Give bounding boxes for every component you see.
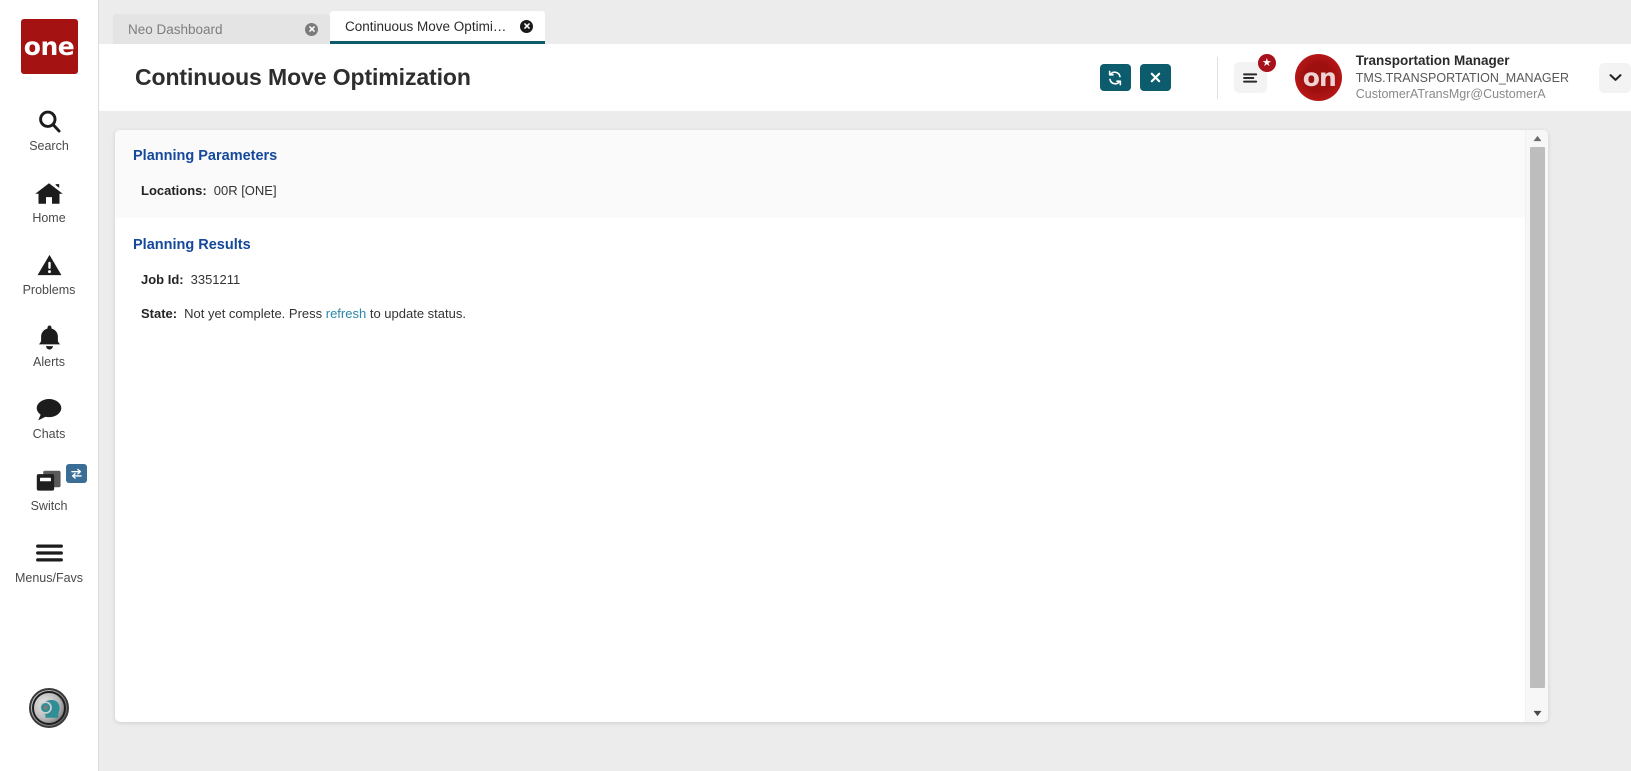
chat-bubble-icon bbox=[35, 394, 63, 424]
brand-logo[interactable]: one bbox=[20, 19, 78, 74]
warning-triangle-icon bbox=[36, 250, 63, 280]
field-state: State: Not yet complete. Press refresh t… bbox=[115, 306, 1525, 321]
bell-icon bbox=[37, 322, 62, 352]
user-account: TMS.TRANSPORTATION_MANAGER bbox=[1355, 70, 1569, 85]
field-label: State: bbox=[141, 306, 178, 321]
tabs-row: Neo Dashboard Continuous Move Optimizati… bbox=[113, 11, 545, 44]
field-job-id: Job Id: 3351211 bbox=[115, 272, 1525, 287]
sidebar-item-label: Home bbox=[32, 211, 66, 225]
field-label: Job Id: bbox=[141, 272, 184, 287]
x-icon bbox=[1149, 71, 1162, 84]
close-circle-icon[interactable] bbox=[305, 22, 318, 36]
field-value: 00R [ONE] bbox=[213, 183, 277, 198]
sidebar-item-label: Switch bbox=[30, 499, 68, 513]
field-value: 3351211 bbox=[190, 272, 241, 287]
sidebar-item-label: Search bbox=[29, 139, 69, 153]
sidebar-item-alerts[interactable]: Alerts bbox=[0, 314, 99, 374]
card-content: Planning Parameters Locations: 00R [ONE]… bbox=[115, 130, 1525, 722]
section-title-planning-results: Planning Results bbox=[133, 237, 251, 253]
refresh-sync-icon bbox=[1107, 70, 1123, 86]
chevron-down-icon[interactable] bbox=[1599, 62, 1631, 93]
star-icon: ★ bbox=[1257, 54, 1276, 72]
scrollbar-thumb[interactable] bbox=[1530, 147, 1545, 688]
windows-stack-icon bbox=[34, 466, 64, 496]
close-circle-icon[interactable] bbox=[520, 19, 533, 33]
tab-neo-dashboard[interactable]: Neo Dashboard bbox=[113, 14, 330, 44]
tab-label: Neo Dashboard bbox=[128, 21, 223, 37]
sidebar-item-label: Problems bbox=[22, 283, 76, 297]
planning-parameters-section: Planning Parameters Locations: 00R [ONE] bbox=[115, 130, 1525, 218]
avatar[interactable]: on bbox=[1294, 54, 1342, 101]
header-action-buttons bbox=[1099, 64, 1183, 91]
application-window: one Search Home Problems Alerts Chats Sw… bbox=[0, 0, 1631, 771]
tab-label: Continuous Move Optimization bbox=[345, 18, 510, 34]
close-button[interactable] bbox=[1139, 64, 1171, 91]
header-divider bbox=[1216, 56, 1218, 99]
sidebar-item-search[interactable]: Search bbox=[0, 98, 99, 158]
user-info: Transportation Manager TMS.TRANSPORTATIO… bbox=[1356, 52, 1569, 103]
field-label: Locations: bbox=[141, 183, 207, 198]
sidebar-item-label: Menus/Favs bbox=[14, 571, 84, 585]
sidebar-item-switch[interactable]: Switch bbox=[0, 458, 99, 518]
home-icon bbox=[34, 178, 64, 208]
vertical-scrollbar[interactable] bbox=[1525, 130, 1548, 722]
user-role: Transportation Manager bbox=[1355, 52, 1510, 68]
sidebar-item-problems[interactable]: Problems bbox=[0, 242, 99, 302]
avatar-text: on bbox=[1302, 63, 1337, 92]
scroll-up-arrow-icon[interactable] bbox=[1526, 130, 1548, 147]
field-value: Not yet complete. Press refresh to updat… bbox=[184, 306, 466, 321]
search-icon bbox=[36, 106, 63, 136]
swap-arrows-icon[interactable] bbox=[65, 464, 87, 483]
refresh-link[interactable]: refresh bbox=[326, 306, 366, 321]
field-locations: Locations: 00R [ONE] bbox=[115, 183, 1525, 198]
sidebar-item-label: Chats bbox=[32, 427, 66, 441]
browser-tab-strip: Neo Dashboard Continuous Move Optimizati… bbox=[99, 0, 1631, 44]
scroll-down-arrow-icon[interactable] bbox=[1526, 705, 1548, 722]
hamburger-icon bbox=[35, 538, 64, 568]
menu-button-wrapper: ★ bbox=[1233, 54, 1276, 93]
planning-results-section: Planning Results Job Id: 3351211 State: … bbox=[115, 218, 1525, 321]
page-title: Continuous Move Optimization bbox=[135, 64, 471, 90]
ai-assistant-avatar-icon[interactable] bbox=[29, 688, 69, 728]
brand-logo-text: one bbox=[23, 32, 75, 61]
section-title-planning-parameters: Planning Parameters bbox=[133, 148, 278, 164]
tab-continuous-move-optimization[interactable]: Continuous Move Optimization bbox=[330, 11, 545, 44]
refresh-button[interactable] bbox=[1099, 64, 1131, 91]
sidebar-item-home[interactable]: Home bbox=[0, 170, 99, 230]
left-sidebar: one Search Home Problems Alerts Chats Sw… bbox=[0, 0, 99, 771]
user-email: CustomerATransMgr@CustomerA bbox=[1355, 87, 1546, 102]
sidebar-item-menus-favs[interactable]: Menus/Favs bbox=[0, 530, 99, 590]
sidebar-item-label: Alerts bbox=[33, 355, 65, 369]
page-header: Continuous Move Optimization ★ on Transp… bbox=[99, 44, 1631, 111]
content-card: Planning Parameters Locations: 00R [ONE]… bbox=[115, 130, 1548, 722]
state-text-prefix: Not yet complete. Press bbox=[184, 306, 326, 321]
state-text-suffix: to update status. bbox=[366, 306, 466, 321]
sidebar-item-chats[interactable]: Chats bbox=[0, 386, 99, 446]
